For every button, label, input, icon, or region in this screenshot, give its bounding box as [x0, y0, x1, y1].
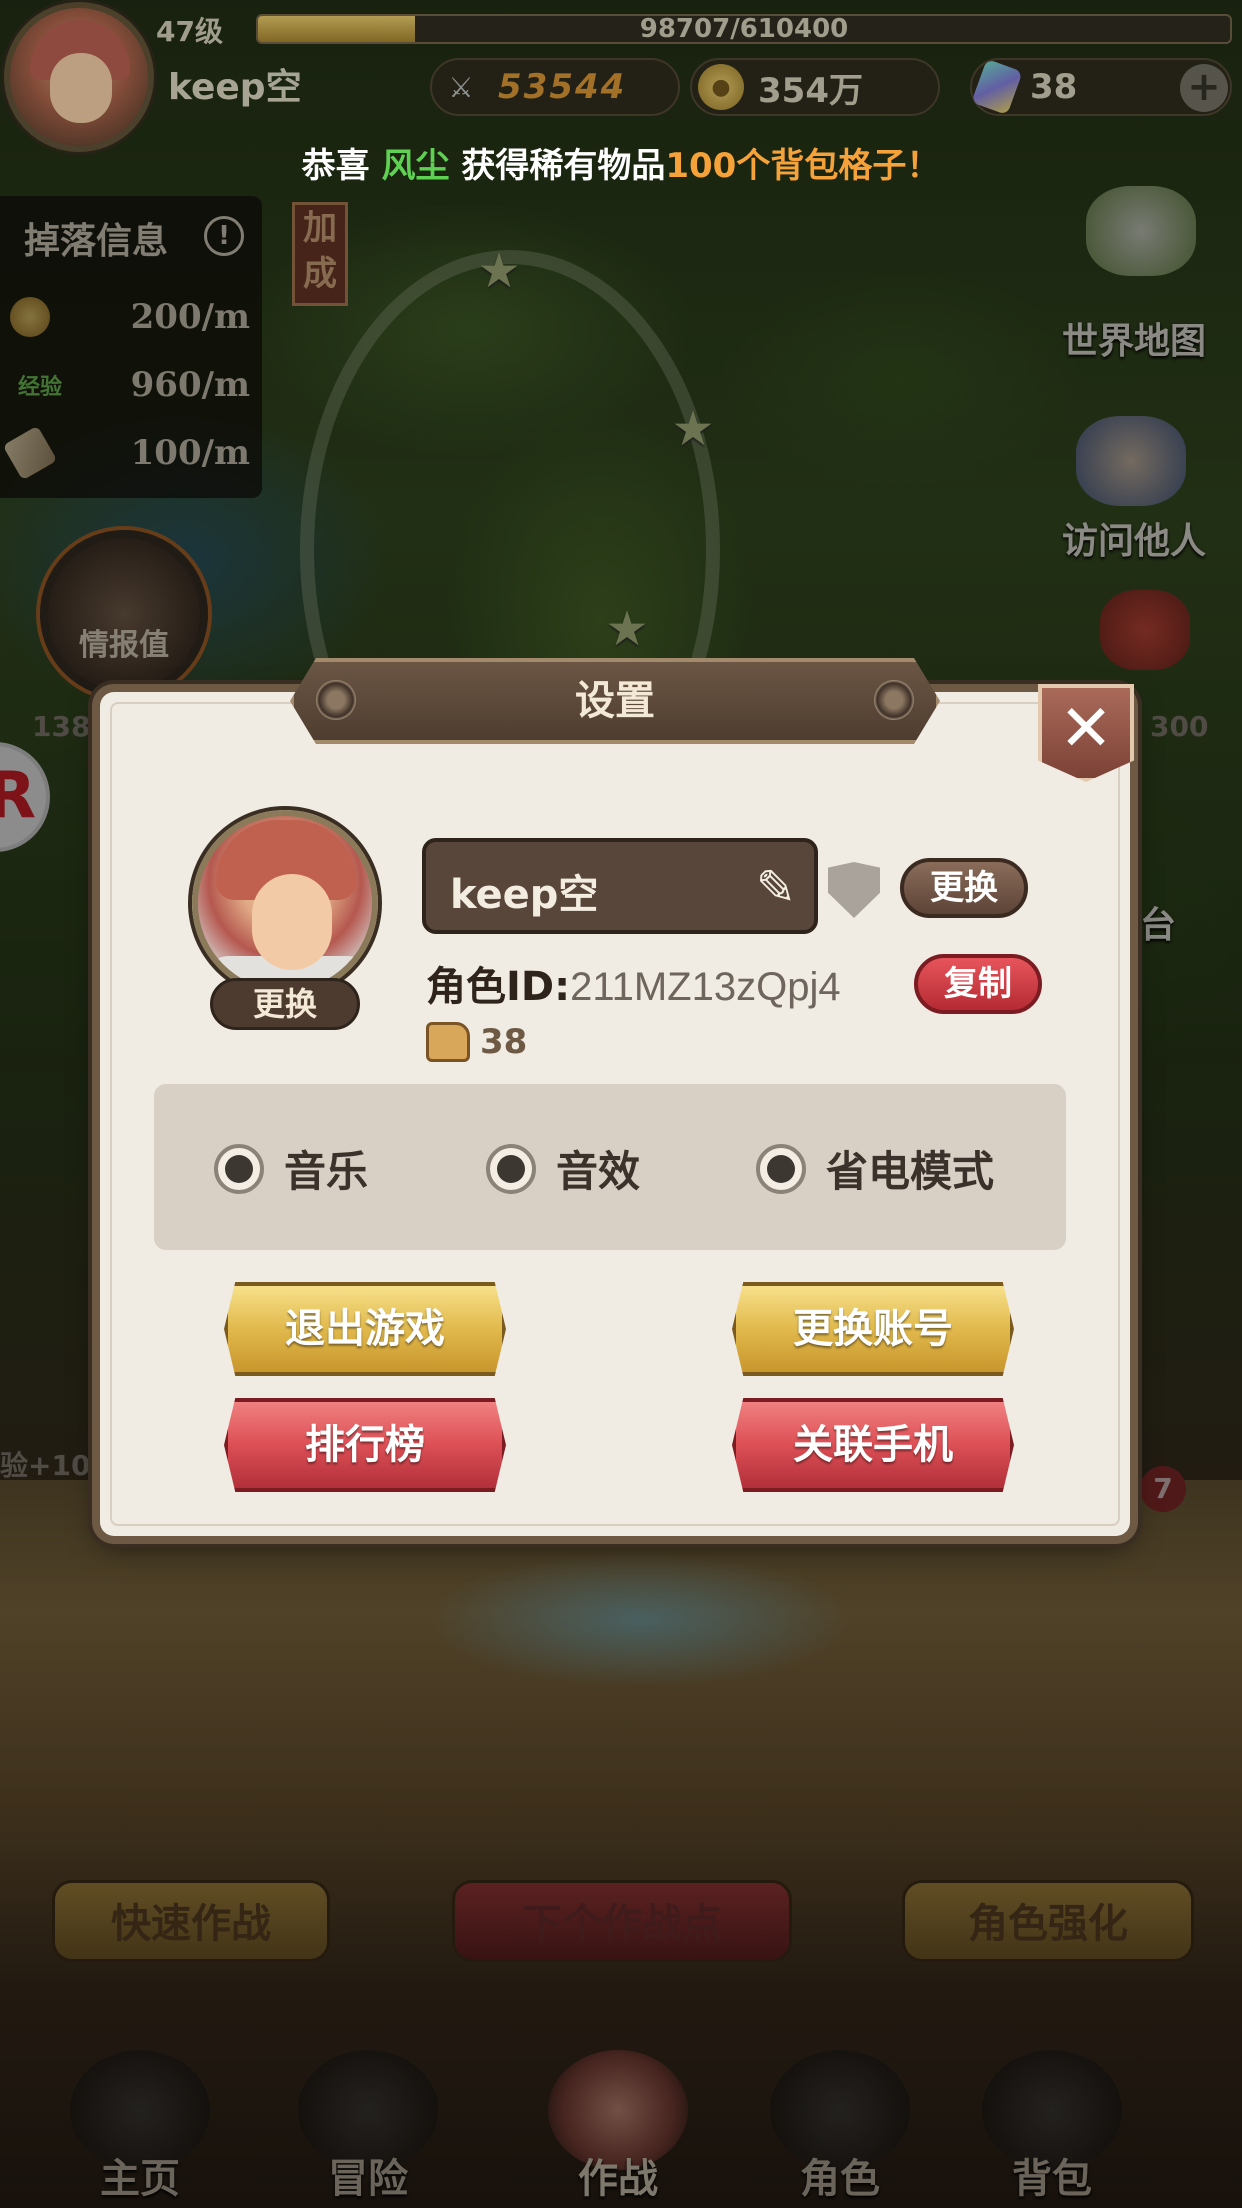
- dialog-header: 设置: [290, 658, 940, 744]
- add-gems-button[interactable]: +: [1180, 64, 1228, 112]
- change-title-button[interactable]: 更换: [900, 858, 1028, 918]
- role-id-label: 角色ID:: [426, 964, 571, 1010]
- marquee-item: 100个背包格子！: [665, 146, 941, 186]
- pencil-icon[interactable]: ✎: [756, 860, 796, 916]
- player-name-value: keep空: [450, 872, 599, 918]
- close-icon: ✕: [1059, 692, 1113, 766]
- power-saving-toggle[interactable]: 省电模式: [756, 1138, 994, 1199]
- radio-button-icon[interactable]: [756, 1143, 806, 1194]
- sound-effects-label: 音效: [556, 1147, 641, 1196]
- combat-power-pill: ⚔ 53544: [430, 58, 680, 116]
- player-level: 47级: [156, 15, 223, 48]
- radio-button-icon[interactable]: [214, 1143, 264, 1194]
- link-phone-button[interactable]: 关联手机: [732, 1398, 1014, 1492]
- gem-icon: [971, 58, 1023, 116]
- audio-settings-panel: 音乐 音效 省电模式: [154, 1084, 1066, 1250]
- announcement-marquee: 恭喜 风尘 获得稀有物品100个背包格子！: [0, 138, 1242, 187]
- leaderboard-button[interactable]: 排行榜: [224, 1398, 506, 1492]
- player-name-field[interactable]: keep空 ✎: [422, 838, 818, 934]
- role-id-row: 角色ID:211MZ13zQpj4: [426, 954, 841, 1012]
- player-name: keep空: [168, 67, 302, 108]
- profile-avatar[interactable]: [192, 810, 378, 996]
- crossed-swords-icon: ⚔: [448, 70, 474, 104]
- gem-value: 38: [1030, 67, 1078, 107]
- likes-row: 38: [426, 1022, 527, 1062]
- gold-value: 354万: [758, 70, 863, 111]
- marquee-prefix: 恭喜: [301, 146, 370, 186]
- player-avatar[interactable]: [4, 2, 154, 152]
- switch-account-button[interactable]: 更换账号: [732, 1282, 1014, 1376]
- radio-button-icon[interactable]: [486, 1143, 536, 1194]
- shield-icon: [828, 862, 880, 918]
- gold-coin-icon: ●: [698, 64, 744, 110]
- exit-game-button[interactable]: 退出游戏: [224, 1282, 506, 1376]
- top-hud: 47级 98707/610400 keep空 ⚔ 53544 ● 354万 38…: [0, 0, 1242, 152]
- likes-count: 38: [480, 1022, 528, 1062]
- sound-effects-toggle[interactable]: 音效: [486, 1138, 640, 1199]
- avatar-face: [252, 874, 332, 970]
- power-saving-label: 省电模式: [826, 1147, 995, 1196]
- xp-text: 98707/610400: [639, 14, 849, 44]
- music-label: 音乐: [284, 1147, 369, 1196]
- dialog-title: 设置: [575, 678, 655, 724]
- marquee-player: 风尘: [381, 146, 450, 186]
- marquee-middle: 获得稀有物品: [461, 146, 666, 186]
- thumbs-up-icon: [426, 1022, 470, 1062]
- gold-pill: ● 354万: [690, 58, 940, 116]
- change-avatar-button[interactable]: 更换: [210, 978, 360, 1030]
- music-toggle[interactable]: 音乐: [214, 1138, 368, 1199]
- copy-id-button[interactable]: 复制: [914, 954, 1042, 1014]
- xp-bar: 98707/610400: [256, 14, 1232, 44]
- close-button[interactable]: ✕: [1038, 684, 1134, 782]
- header-bolt-icon: [874, 680, 914, 720]
- avatar-face: [50, 53, 112, 123]
- role-id-value: 211MZ13zQpj4: [570, 965, 841, 1009]
- settings-dialog: 设置 ✕ 更换 keep空 ✎ 更换 角色ID:211MZ13zQpj4 复制 …: [100, 658, 1134, 1536]
- combat-power-value: 53544: [498, 67, 627, 107]
